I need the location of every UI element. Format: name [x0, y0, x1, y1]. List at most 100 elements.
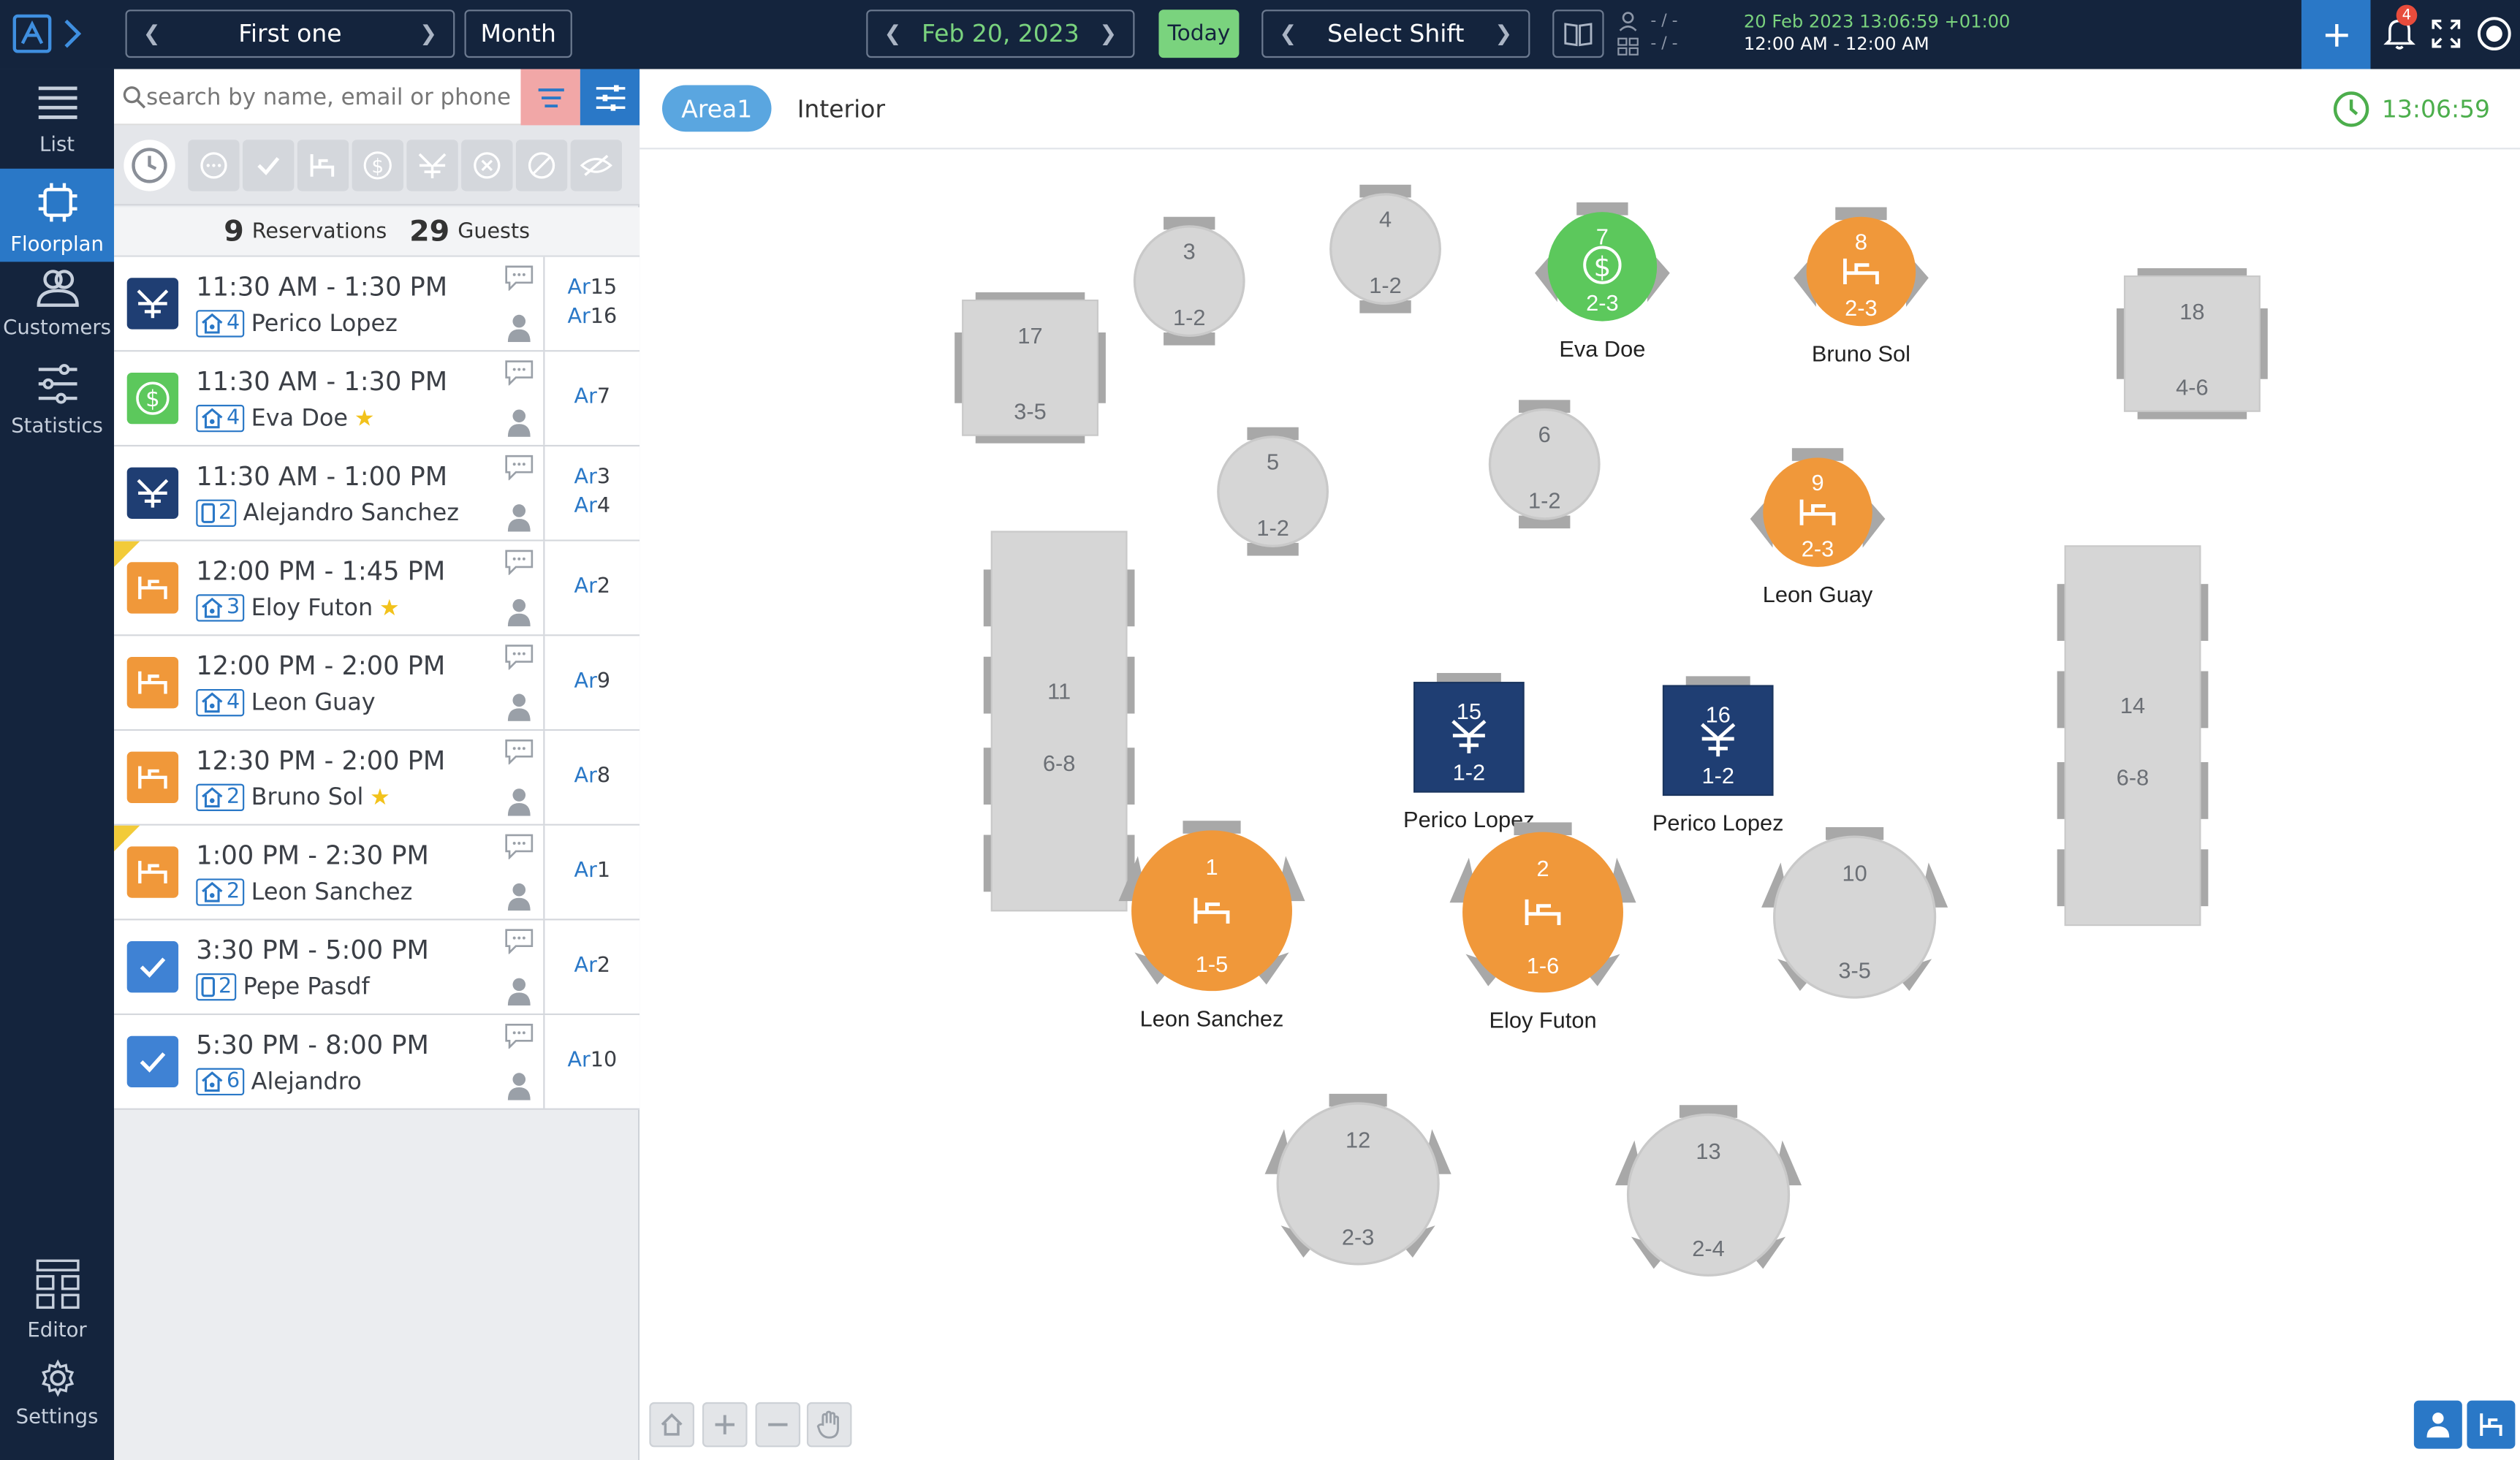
- reservation-row[interactable]: $11:30 AM - 1:30 PM 4 Eva Doe ★ Ar7: [114, 351, 640, 447]
- sidebar-item-statistics[interactable]: Statistics: [0, 350, 114, 443]
- zoom-home-button[interactable]: [649, 1402, 694, 1448]
- person-icon[interactable]: [506, 313, 532, 349]
- pan-button[interactable]: [806, 1402, 852, 1448]
- message-icon[interactable]: [504, 644, 534, 676]
- message-icon[interactable]: [504, 455, 534, 487]
- reservation-row[interactable]: 12:30 PM - 2:00 PM 2 Bruno Sol ★ Ar8: [114, 731, 640, 826]
- assigned-table[interactable]: Ar2: [574, 952, 611, 981]
- floor-table-4[interactable]: 4 1-2: [1329, 184, 1441, 313]
- period-mode-button[interactable]: Month: [464, 9, 572, 58]
- expand-chevron-icon[interactable]: [61, 18, 84, 56]
- status-paid-icon[interactable]: $: [126, 372, 179, 425]
- assigned-table[interactable]: Ar2: [574, 574, 611, 603]
- status-arrived-icon[interactable]: [126, 562, 179, 614]
- floor-table-13[interactable]: 13 2-4: [1614, 1105, 1802, 1277]
- profile-button[interactable]: [2477, 16, 2512, 58]
- period-selector[interactable]: ❮ First one ❯: [125, 9, 455, 58]
- reservation-row[interactable]: 5:30 PM - 8:00 PM 6 Alejandro Ar10: [114, 1015, 640, 1110]
- status-seated-icon[interactable]: [126, 467, 179, 519]
- today-button[interactable]: Today: [1158, 9, 1240, 58]
- assigned-table[interactable]: Ar7: [574, 384, 611, 413]
- message-icon[interactable]: [504, 928, 534, 960]
- reservation-row[interactable]: 11:30 AM - 1:30 PM 4 Perico Lopez Ar15 Ar16: [114, 256, 640, 352]
- floor-table-15[interactable]: 151-2Perico Lopez: [1403, 672, 1535, 832]
- notifications-button[interactable]: 4: [2383, 4, 2418, 58]
- floor-table-16[interactable]: 16 1-2 Perico Lopez: [1652, 676, 1784, 835]
- filter-seated-button[interactable]: [406, 140, 458, 191]
- date-prev-icon[interactable]: ❮: [884, 11, 901, 56]
- shift-prev-icon[interactable]: ❮: [1279, 11, 1297, 56]
- filter-settings-button[interactable]: [580, 69, 640, 126]
- floor-table-14[interactable]: 14 6-8: [2057, 545, 2209, 927]
- floor-table-12[interactable]: 12 2-3: [1264, 1093, 1451, 1266]
- person-icon[interactable]: [506, 692, 532, 727]
- sidebar-item-floorplan[interactable]: Floorplan: [0, 168, 115, 262]
- reservation-row[interactable]: 3:30 PM - 5:00 PM 2 Pepe Pasdf Ar2: [114, 920, 640, 1016]
- floor-table-11[interactable]: 11 6-8: [983, 531, 1135, 912]
- status-confirmed-icon[interactable]: [126, 1035, 179, 1088]
- filter-clock-button[interactable]: [124, 140, 175, 191]
- filter-noshow-button[interactable]: [515, 140, 568, 191]
- assigned-table[interactable]: Ar8: [574, 763, 611, 792]
- floor-table-7[interactable]: 7 2-3 $ Eva Doe: [1535, 202, 1670, 362]
- assigned-table[interactable]: Ar9: [574, 668, 611, 697]
- floor-table-5[interactable]: 5 1-2: [1217, 427, 1329, 556]
- message-icon[interactable]: [504, 265, 534, 297]
- filter-pending-button[interactable]: [188, 140, 240, 191]
- zoom-in-button[interactable]: [702, 1402, 748, 1448]
- sidebar-item-customers[interactable]: Customers: [0, 252, 114, 345]
- table-view-button[interactable]: [2467, 1400, 2516, 1449]
- message-icon[interactable]: [504, 1023, 534, 1055]
- assigned-table[interactable]: Ar4: [574, 493, 611, 522]
- floor-table-2[interactable]: 2 1-6 Eloy Futon: [1449, 822, 1636, 1033]
- search-input[interactable]: [146, 78, 513, 118]
- reservation-row[interactable]: 11:30 AM - 1:00 PM 2 Alejandro Sanchez Ar3 A…: [114, 446, 640, 541]
- status-seated-icon[interactable]: [126, 278, 179, 330]
- status-arrived-icon[interactable]: [126, 751, 179, 804]
- reservation-row[interactable]: 12:00 PM - 1:45 PM 3 Eloy Futon ★ Ar2: [114, 541, 640, 636]
- assigned-table[interactable]: Ar15: [567, 275, 617, 304]
- period-prev-icon[interactable]: ❮: [143, 11, 161, 56]
- floor-table-17[interactable]: 17 3-5: [955, 292, 1106, 444]
- status-arrived-icon[interactable]: [126, 846, 179, 898]
- assigned-table[interactable]: Ar16: [567, 303, 617, 332]
- floor-table-1[interactable]: 1 1-5 Leon Sanchez: [1118, 821, 1305, 1032]
- floor-table-6[interactable]: 6 1-2: [1488, 400, 1601, 529]
- assigned-table[interactable]: Ar3: [574, 464, 611, 493]
- message-icon[interactable]: [504, 550, 534, 582]
- person-icon[interactable]: [506, 976, 532, 1011]
- assigned-table[interactable]: Ar10: [567, 1047, 617, 1076]
- book-button[interactable]: [1552, 9, 1604, 58]
- status-confirmed-icon[interactable]: [126, 941, 179, 993]
- person-icon[interactable]: [506, 598, 532, 633]
- person-icon[interactable]: [506, 787, 532, 822]
- person-icon[interactable]: [506, 1071, 532, 1106]
- add-reservation-button[interactable]: [2301, 0, 2371, 69]
- sidebar-item-editor[interactable]: Editor: [0, 1258, 114, 1347]
- floor-table-10[interactable]: 10 3-5: [1761, 826, 1948, 999]
- floor-table-9[interactable]: 9 2-3 Leon Guay: [1750, 448, 1886, 607]
- reservation-row[interactable]: 12:00 PM - 2:00 PM 4 Leon Guay Ar9: [114, 636, 640, 731]
- zoom-out-button[interactable]: [755, 1402, 801, 1448]
- status-arrived-icon[interactable]: [126, 656, 179, 709]
- fullscreen-button[interactable]: [2432, 19, 2461, 54]
- message-icon[interactable]: [504, 834, 534, 866]
- sidebar-item-list[interactable]: List: [0, 69, 114, 162]
- reservation-row[interactable]: 1:00 PM - 2:30 PM 2 Leon Sanchez Ar1: [114, 825, 640, 921]
- person-icon[interactable]: [506, 503, 532, 538]
- date-selector[interactable]: ❮ Feb 20, 2023 ❯: [866, 9, 1135, 58]
- assigned-table[interactable]: Ar1: [574, 858, 611, 887]
- filter-arrived-button[interactable]: [297, 140, 349, 191]
- sort-button[interactable]: [520, 69, 580, 126]
- person-icon[interactable]: [506, 408, 532, 443]
- floor-table-8[interactable]: 8 2-3 Bruno Sol: [1794, 207, 1929, 367]
- date-next-icon[interactable]: ❯: [1099, 11, 1117, 56]
- shift-selector[interactable]: ❮ Select Shift ❯: [1261, 9, 1530, 58]
- filter-cancelled-button[interactable]: [461, 140, 513, 191]
- message-icon[interactable]: [504, 739, 534, 771]
- person-icon[interactable]: [506, 882, 532, 917]
- sidebar-item-settings[interactable]: Settings: [0, 1351, 114, 1434]
- app-logo[interactable]: [12, 14, 52, 53]
- period-next-icon[interactable]: ❯: [420, 11, 437, 56]
- floor-table-18[interactable]: 18 4-6: [2117, 268, 2268, 419]
